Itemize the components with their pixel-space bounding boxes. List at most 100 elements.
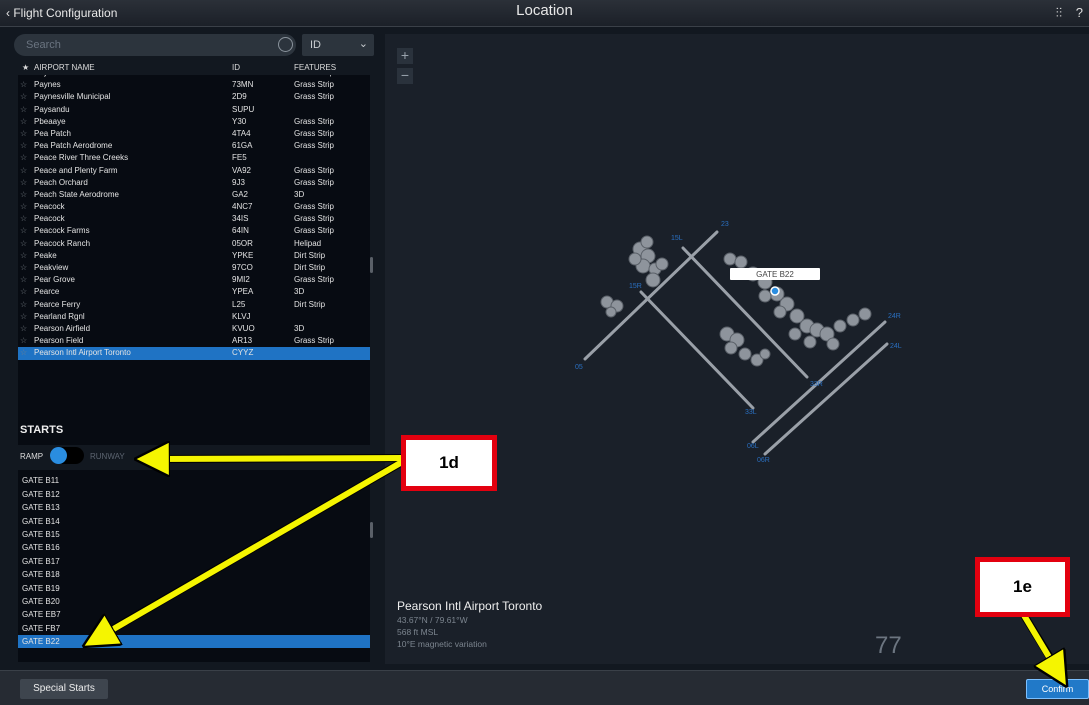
- airport-row[interactable]: ☆ Peace River Three Creeks FE5: [18, 152, 370, 164]
- start-gate-row[interactable]: GATE B18: [18, 568, 370, 581]
- airport-id-cell: 4TA4: [232, 128, 251, 138]
- airport-row[interactable]: ☆ Paysandu SUPU: [18, 104, 370, 116]
- special-starts-button[interactable]: Special Starts: [20, 679, 108, 699]
- favorite-star-icon[interactable]: ☆: [20, 80, 27, 89]
- header-id[interactable]: ID: [232, 63, 240, 72]
- airport-row[interactable]: ☆ Peacock 4NC7 Grass Strip: [18, 201, 370, 213]
- airport-row[interactable]: ☆ Peach Orchard 9J3 Grass Strip: [18, 177, 370, 189]
- airport-row[interactable]: ☆ Pearce Ferry L25 Dirt Strip: [18, 299, 370, 311]
- favorite-star-icon[interactable]: ☆: [20, 202, 27, 211]
- airport-id-cell: 9MI2: [232, 275, 250, 285]
- favorite-star-icon[interactable]: ☆: [20, 312, 27, 321]
- gate-label: GATE B22: [756, 270, 794, 279]
- airport-id-cell: 4NC7: [232, 202, 253, 212]
- starts-list[interactable]: GATE B10GATE B11GATE B12GATE B13GATE B14…: [18, 470, 370, 662]
- favorite-star-icon[interactable]: ☆: [20, 92, 27, 101]
- airport-row[interactable]: ☆ Pearson Intl Airport Toronto CYYZ: [18, 347, 370, 360]
- airport-list[interactable]: ☆ Payne Field ME47 Grass Strip ☆ Paynes 73MN Gr…: [18, 75, 370, 445]
- airport-row[interactable]: ☆ Paynesville Municipal 2D9 Grass Strip: [18, 91, 370, 103]
- airport-name-cell: Pearson Airfield: [34, 323, 91, 333]
- airport-features-cell: Grass Strip: [294, 226, 335, 236]
- start-gate-row[interactable]: GATE B20: [18, 595, 370, 608]
- airport-name-cell: Pearland Rgnl: [34, 311, 85, 321]
- favorite-star-icon[interactable]: ☆: [20, 287, 27, 296]
- airport-features-cell: Grass Strip: [294, 92, 335, 102]
- ramp-runway-toggle[interactable]: [50, 447, 84, 464]
- start-gate-row[interactable]: GATE B13: [18, 501, 370, 514]
- favorite-star-icon[interactable]: ☆: [20, 336, 27, 345]
- airport-row[interactable]: ☆ Pearson Field AR13 Grass Strip: [18, 335, 370, 347]
- airport-row[interactable]: ☆ Peacock 34IS Grass Strip: [18, 213, 370, 225]
- airport-id-cell: 9J3: [232, 177, 245, 187]
- airport-name-cell: Peacock Farms: [34, 226, 90, 236]
- airport-row[interactable]: ☆ Peacock Ranch 05OR Helipad: [18, 238, 370, 250]
- airport-row[interactable]: ☆ Peace and Plenty Farm VA92 Grass Strip: [18, 165, 370, 177]
- airport-name-cell: Pearce Ferry: [34, 299, 81, 309]
- airport-row[interactable]: ☆ Peake YPKE Dirt Strip: [18, 250, 370, 262]
- airport-row[interactable]: ☆ Paynes 73MN Grass Strip: [18, 79, 370, 91]
- favorite-star-icon[interactable]: ☆: [20, 348, 27, 357]
- start-gate-row[interactable]: GATE B19: [18, 582, 370, 595]
- favorite-star-icon[interactable]: ☆: [20, 226, 27, 235]
- confirm-button[interactable]: Confirm: [1026, 679, 1089, 699]
- search-input[interactable]: Search: [14, 34, 296, 56]
- airport-name-cell: Payne Field: [34, 75, 76, 77]
- airport-name-cell: Peach Orchard: [34, 177, 88, 187]
- start-gate-row[interactable]: GATE EB7: [18, 608, 370, 621]
- airport-row[interactable]: ☆ Pearce YPEA 3D: [18, 286, 370, 298]
- airport-row[interactable]: ☆ Peacock Farms 64IN Grass Strip: [18, 225, 370, 237]
- runway-diagram: 05 23 06L 24R 06R 24L 15L 33R 15R 33L GA…: [575, 221, 902, 464]
- favorite-star-icon[interactable]: ☆: [20, 166, 27, 175]
- favorite-star-icon[interactable]: ☆: [20, 324, 27, 333]
- favorite-star-icon[interactable]: ☆: [20, 263, 27, 272]
- favorite-star-icon[interactable]: ☆: [20, 300, 27, 309]
- airport-features-cell: Grass Strip: [294, 116, 335, 126]
- header-features[interactable]: FEATURES: [294, 63, 336, 72]
- runway-label: 33L: [745, 409, 757, 416]
- airport-features-cell: 3D: [294, 189, 305, 199]
- search-icon[interactable]: [278, 37, 293, 52]
- airport-table-header: ★ AIRPORT NAME ID FEATURES: [18, 63, 374, 75]
- favorite-star-icon[interactable]: ☆: [20, 117, 27, 126]
- favorite-star-icon[interactable]: ☆: [20, 153, 27, 162]
- start-gate-row[interactable]: GATE B12: [18, 488, 370, 501]
- start-gate-row[interactable]: GATE B15: [18, 528, 370, 541]
- start-gate-row[interactable]: GATE FB7: [18, 622, 370, 635]
- favorite-star-icon[interactable]: ☆: [20, 75, 27, 77]
- airport-features-cell: 3D: [294, 323, 305, 333]
- sliders-icon[interactable]: ⫶⫶: [1056, 5, 1063, 20]
- header-airport-name[interactable]: AIRPORT NAME: [34, 63, 95, 72]
- airport-name-cell: Pearson Intl Airport Toronto: [34, 348, 131, 358]
- airport-row[interactable]: ☆ Pbeaaye Y30 Grass Strip: [18, 116, 370, 128]
- airport-name-cell: Paynesville Municipal: [34, 92, 111, 102]
- starts-list-scrollbar[interactable]: [370, 522, 373, 538]
- airport-row[interactable]: ☆ Peakview 97CO Dirt Strip: [18, 262, 370, 274]
- airport-list-scrollbar[interactable]: [370, 257, 373, 273]
- favorites-header-icon[interactable]: ★: [22, 63, 29, 72]
- airport-row[interactable]: ☆ Pea Patch Aerodrome 61GA Grass Strip: [18, 140, 370, 152]
- favorite-star-icon[interactable]: ☆: [20, 214, 27, 223]
- favorite-star-icon[interactable]: ☆: [20, 190, 27, 199]
- airport-row[interactable]: ☆ Pearson Airfield KVUO 3D: [18, 323, 370, 335]
- favorite-star-icon[interactable]: ☆: [20, 239, 27, 248]
- airport-row[interactable]: ☆ Peach State Aerodrome GA2 3D: [18, 189, 370, 201]
- start-gate-row[interactable]: GATE B11: [18, 474, 370, 487]
- start-gate-row[interactable]: GATE B16: [18, 541, 370, 554]
- start-gate-row[interactable]: GATE B17: [18, 555, 370, 568]
- start-gate-row[interactable]: GATE B14: [18, 515, 370, 528]
- airport-row[interactable]: ☆ Pea Patch 4TA4 Grass Strip: [18, 128, 370, 140]
- search-filter-select[interactable]: ID ⌄: [302, 34, 374, 56]
- favorite-star-icon[interactable]: ☆: [20, 251, 27, 260]
- favorite-star-icon[interactable]: ☆: [20, 275, 27, 284]
- help-icon[interactable]: ?: [1076, 5, 1083, 20]
- airport-row[interactable]: ☆ Pearland Rgnl KLVJ: [18, 311, 370, 323]
- airport-name: Pearson Intl Airport Toronto: [397, 599, 543, 613]
- favorite-star-icon[interactable]: ☆: [20, 178, 27, 187]
- runway-label: 24L: [890, 343, 902, 350]
- start-gate-row[interactable]: GATE B22: [18, 635, 370, 649]
- favorite-star-icon[interactable]: ☆: [20, 129, 27, 138]
- favorite-star-icon[interactable]: ☆: [20, 105, 27, 114]
- airport-row[interactable]: ☆ Pear Grove 9MI2 Grass Strip: [18, 274, 370, 286]
- airport-features-cell: Grass Strip: [294, 214, 335, 224]
- favorite-star-icon[interactable]: ☆: [20, 141, 27, 150]
